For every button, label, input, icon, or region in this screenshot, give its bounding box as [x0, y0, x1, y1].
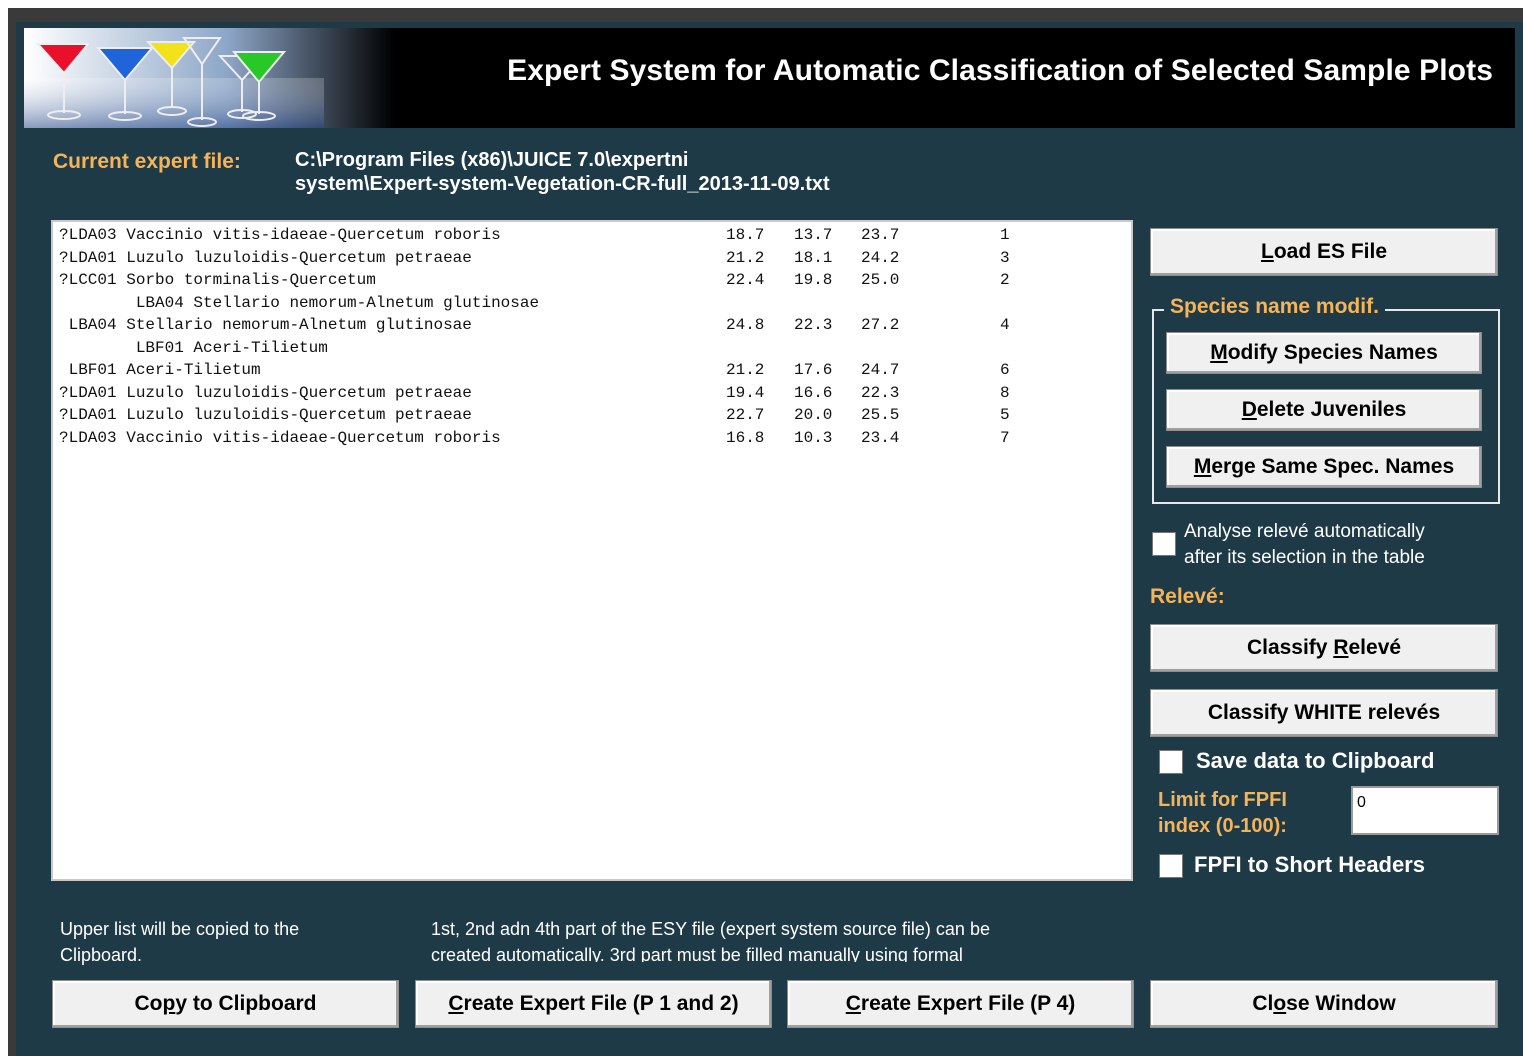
list-cell-name: LBF01 Aceri-Tilietum — [59, 361, 261, 379]
analyse-automatically-checkbox[interactable] — [1152, 532, 1176, 556]
esy-hint-text: 1st, 2nd adn 4th part of the ESY file (e… — [431, 919, 990, 962]
list-cell-v3: 24.2 — [861, 248, 900, 267]
classify-white-releves-button[interactable]: Classify WHITE relevés — [1150, 689, 1498, 737]
fpfi-short-headers-label: FPFI to Short Headers — [1194, 852, 1426, 877]
expert-file-path-line2: system\Expert-system-Vegetation-CR-full_… — [295, 173, 830, 195]
expert-file-label: Current expert file: — [53, 150, 241, 173]
list-cell-n: 4 — [1000, 316, 1010, 334]
classify-releve-button[interactable]: Classify Relevé — [1150, 624, 1498, 672]
list-cell-n: 1 — [1000, 226, 1010, 244]
save-to-clipboard-label: Save data to Clipboard — [1196, 748, 1435, 773]
list-cell-v3: 27.2 — [861, 316, 900, 334]
list-cell-v3: 24.7 — [861, 361, 900, 379]
screen-top-edge — [0, 0, 1523, 8]
list-cell-name: LBA04 Stellario nemorum-Alnetum glutinos… — [59, 293, 540, 312]
expert-file-path: C:\Program Files (x86)\JUICE 7.0\expertn… — [295, 148, 1015, 196]
list-cell-v3: 25.0 — [861, 271, 900, 289]
list-cell-v2: 18.1 — [794, 248, 833, 267]
classification-results-list[interactable]: ?LDA03 Vaccinio vitis-idaeae-Quercetum r… — [51, 220, 1133, 881]
list-cell-name: ?LDA03 Vaccinio vitis-idaeae-Quercetum r… — [59, 226, 501, 244]
list-cell-name: LBA04 Stellario nemorum-Alnetum glutinos… — [59, 316, 472, 334]
list-cell-name: ?LDA01 Luzulo luzuloidis-Quercetum petra… — [59, 406, 472, 424]
list-cell-n: 8 — [1000, 383, 1010, 402]
list-cell-v1: 21.2 — [726, 248, 765, 267]
copy-hint-text: Upper list will be copied to the Clipboa… — [60, 919, 300, 965]
list-cell-v1: 21.2 — [726, 361, 765, 379]
list-cell-v2: 17.6 — [794, 361, 833, 379]
fpfi-short-headers-checkbox[interactable] — [1159, 854, 1183, 878]
species-group-legend: Species name modif. — [1164, 295, 1385, 319]
list-cell-n: 5 — [1000, 406, 1010, 424]
list-cell-v1: 16.8 — [726, 428, 765, 447]
cocktail-glasses-logo — [24, 28, 394, 128]
list-cell-v1: 19.4 — [726, 383, 765, 402]
list-cell-n: 7 — [1000, 428, 1010, 447]
modify-species-names-button[interactable]: Modify Species Names — [1166, 332, 1482, 374]
list-cell-name: ?LDA03 Vaccinio vitis-idaeae-Quercetum r… — [59, 428, 501, 447]
list-cell-v1: 22.4 — [726, 271, 765, 289]
list-cell-v3: 25.5 — [861, 406, 900, 424]
merge-same-spec-names-button[interactable]: Merge Same Spec. Names — [1166, 446, 1482, 488]
list-cell-v2: 19.8 — [794, 271, 833, 289]
list-cell-v1: 24.8 — [726, 316, 765, 334]
window-title: Expert System for Automatic Classificati… — [507, 54, 1493, 87]
list-cell-v3: 22.3 — [861, 383, 900, 402]
list-cell-v2: 10.3 — [794, 428, 833, 447]
create-expert-file-p4-button[interactable]: Create Expert File (P 4) — [787, 980, 1134, 1028]
fpfi-limit-input[interactable]: 0 — [1351, 786, 1499, 835]
list-cell-v3: 23.7 — [861, 226, 900, 244]
save-to-clipboard-checkbox[interactable] — [1159, 750, 1183, 774]
list-cell-n: 2 — [1000, 271, 1010, 289]
load-es-file-button[interactable]: Load ES File — [1150, 228, 1498, 276]
releve-section-label: Relevé: — [1150, 585, 1225, 608]
list-cell-v1: 22.7 — [726, 406, 765, 424]
analyse-automatically-label: Analyse relevé automatically after its s… — [1184, 521, 1425, 568]
list-cell-name: ?LDA01 Luzulo luzuloidis-Quercetum petra… — [59, 383, 472, 402]
expert-system-window: Expert System for Automatic Classificati… — [16, 22, 1523, 1056]
list-cell-v2: 20.0 — [794, 406, 833, 424]
expert-file-path-line1: C:\Program Files (x86)\JUICE 7.0\expertn… — [295, 149, 689, 171]
list-cell-v2: 22.3 — [794, 316, 833, 334]
title-banner: Expert System for Automatic Classificati… — [24, 28, 1515, 128]
close-window-button[interactable]: Cl o se Window — [1150, 980, 1498, 1028]
list-cell-name: ?LDA01 Luzulo luzuloidis-Quercetum petra… — [59, 248, 472, 267]
list-cell-n: 6 — [1000, 361, 1010, 379]
copy-to-clipboard-button[interactable]: Co p y to Clipboard — [52, 980, 399, 1028]
delete-juveniles-button[interactable]: Delete Juveniles — [1166, 389, 1482, 431]
fpfi-limit-label: Limit for FPFI index (0-100): — [1158, 789, 1287, 837]
list-cell-v2: 16.6 — [794, 383, 833, 402]
list-cell-name: ?LCC01 Sorbo torminalis-Quercetum — [59, 271, 376, 289]
list-cell-v3: 23.4 — [861, 428, 900, 447]
list-cell-v2: 13.7 — [794, 226, 833, 244]
list-cell-n: 3 — [1000, 248, 1010, 267]
list-cell-v1: 18.7 — [726, 226, 765, 244]
create-expert-file-p1-2-button[interactable]: Create Expert File (P 1 and 2) — [415, 980, 772, 1028]
list-cell-name: LBF01 Aceri-Tilietum — [59, 338, 328, 357]
